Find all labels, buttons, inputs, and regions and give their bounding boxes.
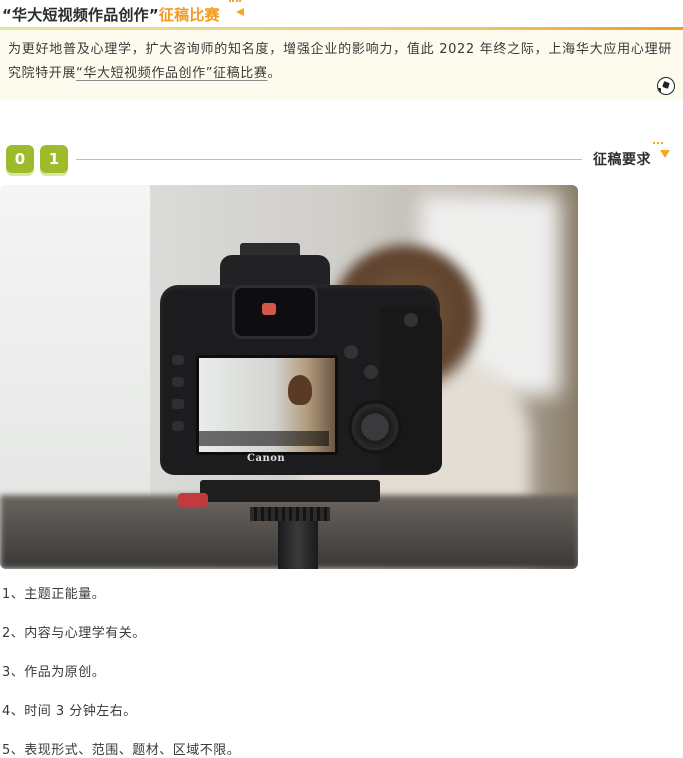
camera-button — [404, 313, 418, 327]
requirement-item: 3、作品为原创。 — [2, 665, 106, 680]
section-number-digit: 1 — [40, 145, 68, 173]
requirement-item: 2、内容与心理学有关。 — [2, 626, 146, 641]
tripod-plate — [200, 480, 380, 502]
section-title: 征稿要求 — [593, 152, 651, 168]
soccer-ball-icon — [657, 77, 675, 95]
lcd-subject — [288, 375, 312, 405]
camera-side-buttons — [172, 355, 186, 445]
requirement-item: 4、时间 3 分钟左右。 — [2, 704, 137, 719]
camera-side-button — [172, 377, 184, 387]
camera-brand-logo: Canon — [247, 453, 286, 464]
camera-side-button — [172, 399, 184, 409]
tripod-knob — [178, 493, 208, 507]
intro-paragraph: 为更好地普及心理学，扩大咨询师的知名度，增强企业的影响力，值此 2022 年终之… — [8, 38, 672, 86]
article-title-bar: “华大短视频作品创作”征稿比赛 — [0, 0, 683, 30]
sparkle-decoration-icon — [653, 142, 663, 147]
requirement-item: 5、表现形式、范围、题材、区域不限。 — [2, 743, 241, 758]
flag-decoration-icon — [236, 8, 244, 16]
camera-side-button — [172, 421, 184, 431]
intro-text-after: 。 — [267, 66, 282, 81]
viewfinder-reflection — [262, 303, 276, 315]
article-title: “华大短视频作品创作”征稿比赛 — [2, 4, 220, 25]
tripod-pole — [278, 521, 318, 569]
sparkle-decoration-icon — [229, 0, 241, 6]
section-header: 0 1 征稿要求 — [0, 142, 683, 178]
tripod-rail — [250, 507, 330, 521]
requirement-item: 1、主题正能量。 — [2, 587, 106, 602]
camera-photo: Canon — [0, 185, 578, 569]
flag-decoration-icon — [660, 150, 670, 158]
camera-button — [344, 345, 358, 359]
camera-button — [364, 365, 378, 379]
intro-contest-name: “华大短视频作品创作”征稿比赛 — [76, 66, 268, 81]
section-divider-line — [76, 159, 582, 160]
title-accent: 征稿比赛 — [158, 6, 220, 24]
title-main: “华大短视频作品创作” — [2, 6, 159, 24]
intro-box: 为更好地普及心理学，扩大咨询师的知名度，增强企业的影响力，值此 2022 年终之… — [0, 30, 683, 100]
section-number-digit: 0 — [6, 145, 34, 173]
camera-control-wheel — [348, 400, 402, 454]
lcd-info-bar — [199, 431, 329, 446]
camera-side-button — [172, 355, 184, 365]
